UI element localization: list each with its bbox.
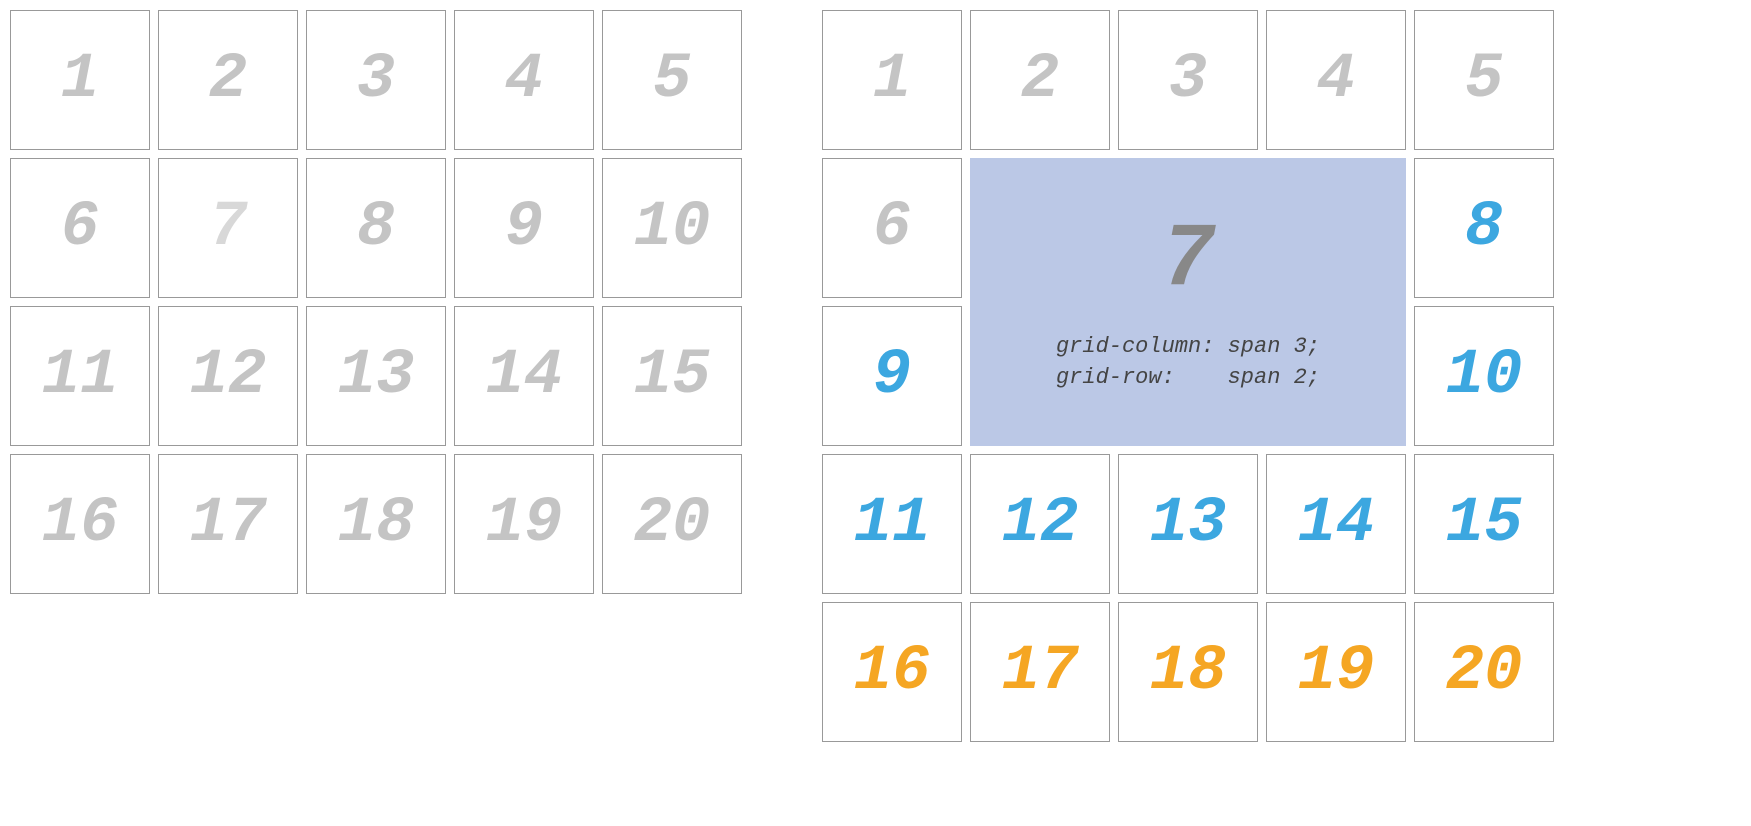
left-cell-7: 7 xyxy=(158,158,298,298)
left-cell-14: 14 xyxy=(454,306,594,446)
left-cell-12: 12 xyxy=(158,306,298,446)
right-cell-3: 3 xyxy=(1118,10,1258,150)
right-cell-1: 1 xyxy=(822,10,962,150)
left-cell-15: 15 xyxy=(602,306,742,446)
left-grid: 1 2 3 4 5 6 7 8 9 10 11 12 13 14 15 16 1… xyxy=(10,10,742,594)
span-cell-number: 7 xyxy=(1161,210,1215,312)
diagram-container: 1 2 3 4 5 6 7 8 9 10 11 12 13 14 15 16 1… xyxy=(10,10,1741,742)
right-cell-10: 10 xyxy=(1414,306,1554,446)
left-cell-9: 9 xyxy=(454,158,594,298)
left-cell-8: 8 xyxy=(306,158,446,298)
left-cell-10: 10 xyxy=(602,158,742,298)
right-cell-11: 11 xyxy=(822,454,962,594)
right-cell-2: 2 xyxy=(970,10,1110,150)
right-cell-12: 12 xyxy=(970,454,1110,594)
right-cell-13: 13 xyxy=(1118,454,1258,594)
left-cell-20: 20 xyxy=(602,454,742,594)
right-cell-18: 18 xyxy=(1118,602,1258,742)
left-cell-5: 5 xyxy=(602,10,742,150)
left-cell-18: 18 xyxy=(306,454,446,594)
left-cell-1: 1 xyxy=(10,10,150,150)
right-cell-5: 5 xyxy=(1414,10,1554,150)
right-grid: 1 2 3 4 5 6 7 grid-column: span 3; grid-… xyxy=(822,10,1554,742)
left-cell-11: 11 xyxy=(10,306,150,446)
right-cell-4: 4 xyxy=(1266,10,1406,150)
right-cell-16: 16 xyxy=(822,602,962,742)
right-spanning-cell-7: 7 grid-column: span 3; grid-row: span 2; xyxy=(970,158,1406,446)
span-cell-code: grid-column: span 3; grid-row: span 2; xyxy=(1056,332,1320,394)
right-cell-14: 14 xyxy=(1266,454,1406,594)
left-cell-2: 2 xyxy=(158,10,298,150)
left-cell-6: 6 xyxy=(10,158,150,298)
right-cell-19: 19 xyxy=(1266,602,1406,742)
left-cell-13: 13 xyxy=(306,306,446,446)
right-cell-15: 15 xyxy=(1414,454,1554,594)
right-cell-9: 9 xyxy=(822,306,962,446)
right-cell-20: 20 xyxy=(1414,602,1554,742)
left-cell-16: 16 xyxy=(10,454,150,594)
left-cell-17: 17 xyxy=(158,454,298,594)
right-cell-8: 8 xyxy=(1414,158,1554,298)
left-cell-4: 4 xyxy=(454,10,594,150)
left-cell-3: 3 xyxy=(306,10,446,150)
right-cell-17: 17 xyxy=(970,602,1110,742)
left-cell-19: 19 xyxy=(454,454,594,594)
right-cell-6: 6 xyxy=(822,158,962,298)
